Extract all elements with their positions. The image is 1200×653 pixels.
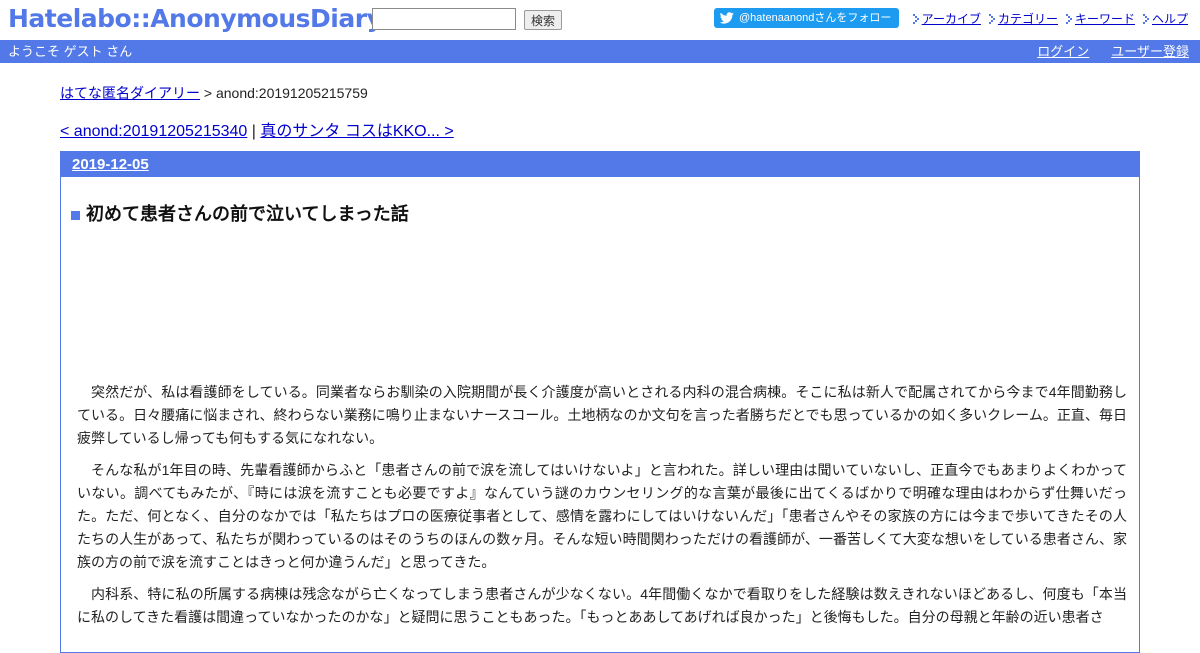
archive-link[interactable]: アーカイブ xyxy=(922,10,981,27)
follow-label: @hatenaanondさんをフォロー xyxy=(739,12,892,24)
dots-icon xyxy=(988,13,995,24)
nav-help: ヘルプ xyxy=(1142,10,1188,27)
search-input[interactable] xyxy=(372,8,516,30)
day-header: 2019-12-05 xyxy=(61,152,1139,177)
dots-icon xyxy=(1142,13,1149,24)
welcome-bar: ようこそ ゲスト さん ログイン ユーザー登録 xyxy=(0,40,1200,63)
nav-keyword: キーワード xyxy=(1065,10,1135,27)
breadcrumb: はてな匿名ダイアリー > anond:20191205215759 xyxy=(60,85,1140,101)
entry-paragraph: 内科系、特に私の所属する病棟は残念ながら亡くなってしまう患者さんが少なくない。4… xyxy=(77,586,1127,625)
entry-paragraph: そんな私が1年目の時、先輩看護師からふと「患者さんの前で涙を流してはいけないよ」… xyxy=(77,462,1127,570)
entry-body: 突然だが、私は看護師をしている。同業者ならお馴染の入院期間が長く介護度が高いとさ… xyxy=(61,381,1139,629)
ad-space xyxy=(61,225,1139,381)
main-content: はてな匿名ダイアリー > anond:20191205215759 < anon… xyxy=(60,63,1140,653)
dots-icon xyxy=(1065,13,1072,24)
search-button[interactable]: 検索 xyxy=(524,10,563,30)
breadcrumb-home-link[interactable]: はてな匿名ダイアリー xyxy=(60,85,200,101)
top-nav: アーカイブ カテゴリー キーワード ヘルプ xyxy=(912,10,1188,27)
diary-day: 2019-12-05 初めて患者さんの前で泣いてしまった話 突然だが、私は看護師… xyxy=(60,151,1140,653)
dots-icon xyxy=(912,13,919,24)
entry-date-link[interactable]: 2019-12-05 xyxy=(72,156,149,173)
entry-pager: < anond:20191205215340 | 真のサンタ コスはKKO...… xyxy=(60,123,1140,141)
square-bullet-icon[interactable] xyxy=(71,210,80,220)
breadcrumb-current: anond:20191205215759 xyxy=(215,85,368,101)
entry-paragraph: 突然だが、私は看護師をしている。同業者ならお馴染の入院期間が長く介護度が高いとさ… xyxy=(77,384,1127,446)
register-link[interactable]: ユーザー登録 xyxy=(1111,40,1189,63)
twitter-bird-icon xyxy=(720,12,734,24)
welcome-text: ようこそ ゲスト さん xyxy=(8,44,133,59)
prev-entry-link[interactable]: < anond:20191205215340 xyxy=(60,123,247,140)
nav-category: カテゴリー xyxy=(988,10,1058,27)
help-link[interactable]: ヘルプ xyxy=(1152,10,1188,27)
login-link[interactable]: ログイン xyxy=(1037,40,1089,63)
entry-title: 初めて患者さんの前で泣いてしまった話 xyxy=(71,203,1139,225)
account-links: ログイン ユーザー登録 xyxy=(1037,40,1189,63)
header-bar: Hatelabo::AnonymousDiary 検索 @hatenaanond… xyxy=(0,0,1200,40)
site-logo[interactable]: Hatelabo::AnonymousDiary xyxy=(8,4,383,33)
entry-title-text: 初めて患者さんの前で泣いてしまった話 xyxy=(86,204,409,224)
category-link[interactable]: カテゴリー xyxy=(998,10,1058,27)
keyword-link[interactable]: キーワード xyxy=(1075,10,1135,27)
breadcrumb-separator: > xyxy=(203,85,213,101)
twitter-follow-button[interactable]: @hatenaanondさんをフォロー xyxy=(714,8,900,28)
pager-separator: | xyxy=(251,123,256,140)
nav-archive: アーカイブ xyxy=(912,10,981,27)
next-entry-link[interactable]: 真のサンタ コスはKKO... > xyxy=(260,123,453,140)
